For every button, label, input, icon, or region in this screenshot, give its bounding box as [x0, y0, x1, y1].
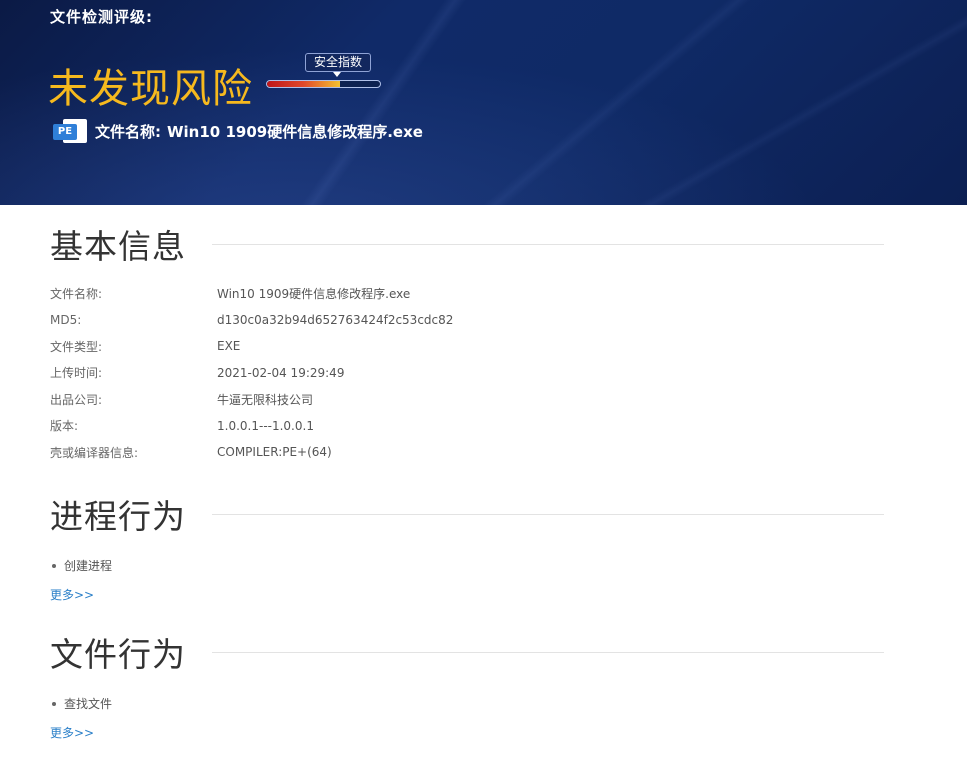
process-behavior-header: 进程行为 — [50, 492, 884, 536]
table-row: 出品公司: 牛逼无限科技公司 — [50, 386, 850, 413]
list-item-label: 创建进程 — [64, 559, 113, 573]
process-behavior-list: 创建进程 — [50, 557, 112, 575]
rating-label: 文件检测评级: — [50, 8, 153, 26]
bullet-icon — [52, 702, 56, 706]
info-value: 1.0.0.1---1.0.0.1 — [217, 418, 314, 433]
info-key: 壳或编译器信息: — [50, 445, 139, 460]
info-key: 出品公司: — [50, 392, 103, 407]
divider — [212, 243, 884, 245]
info-value: d130c0a32b94d652763424f2c53cdc82 — [217, 312, 454, 327]
bullet-icon — [52, 564, 56, 568]
gauge-fill — [267, 81, 341, 87]
file-more-link[interactable]: 更多>> — [50, 724, 94, 741]
table-row: 文件类型: EXE — [50, 333, 850, 360]
gauge-pointer-icon — [333, 72, 341, 77]
basic-info-table: 文件名称: Win10 1909硬件信息修改程序.exe MD5: d130c0a32… — [50, 280, 850, 466]
info-key: MD5: — [50, 312, 82, 327]
file-behavior-list: 查找文件 — [50, 695, 112, 713]
info-key: 上传时间: — [50, 366, 103, 381]
pe-file-icon: PE — [53, 119, 87, 143]
safety-index-tag: 安全指数 — [305, 53, 371, 72]
info-value: COMPILER:PE+(64) — [217, 445, 332, 460]
file-behavior-header: 文件行为 — [50, 630, 884, 674]
process-more-link[interactable]: 更多>> — [50, 586, 94, 603]
section-title-basic-info: 基本信息 — [50, 227, 186, 266]
list-item: 创建进程 — [50, 557, 112, 575]
info-key: 文件类型: — [50, 339, 103, 354]
divider — [212, 651, 884, 653]
info-value: 牛逼无限科技公司 — [217, 392, 314, 407]
table-row: MD5: d130c0a32b94d652763424f2c53cdc82 — [50, 307, 850, 334]
info-value: Win10 1909硬件信息修改程序.exe — [217, 286, 411, 301]
table-row: 文件名称: Win10 1909硬件信息修改程序.exe — [50, 280, 850, 307]
basic-info-header: 基本信息 — [50, 222, 884, 266]
result-banner: 文件检测评级: 未发现风险 安全指数 PE 文件名称: Win10 1909硬件… — [0, 0, 967, 205]
divider — [212, 513, 884, 515]
info-value: EXE — [217, 339, 241, 354]
table-row: 壳或编译器信息: COMPILER:PE+(64) — [50, 439, 850, 466]
section-title-process-behavior: 进程行为 — [50, 497, 186, 536]
info-key: 文件名称: — [50, 286, 103, 301]
list-item-label: 查找文件 — [64, 697, 113, 711]
info-key: 版本: — [50, 419, 79, 434]
filename-label: 文件名称: — [95, 122, 161, 141]
info-value: 2021-02-04 19:29:49 — [217, 365, 345, 380]
table-row: 上传时间: 2021-02-04 19:29:49 — [50, 360, 850, 387]
table-row: 版本: 1.0.0.1---1.0.0.1 — [50, 413, 850, 440]
filename-value: Win10 1909硬件信息修改程序.exe — [167, 122, 423, 141]
risk-verdict: 未发现风险 — [48, 66, 253, 112]
safety-index-gauge — [266, 80, 381, 88]
list-item: 查找文件 — [50, 695, 112, 713]
banner-filename-row: PE 文件名称: Win10 1909硬件信息修改程序.exe — [53, 119, 423, 143]
section-title-file-behavior: 文件行为 — [50, 635, 186, 674]
